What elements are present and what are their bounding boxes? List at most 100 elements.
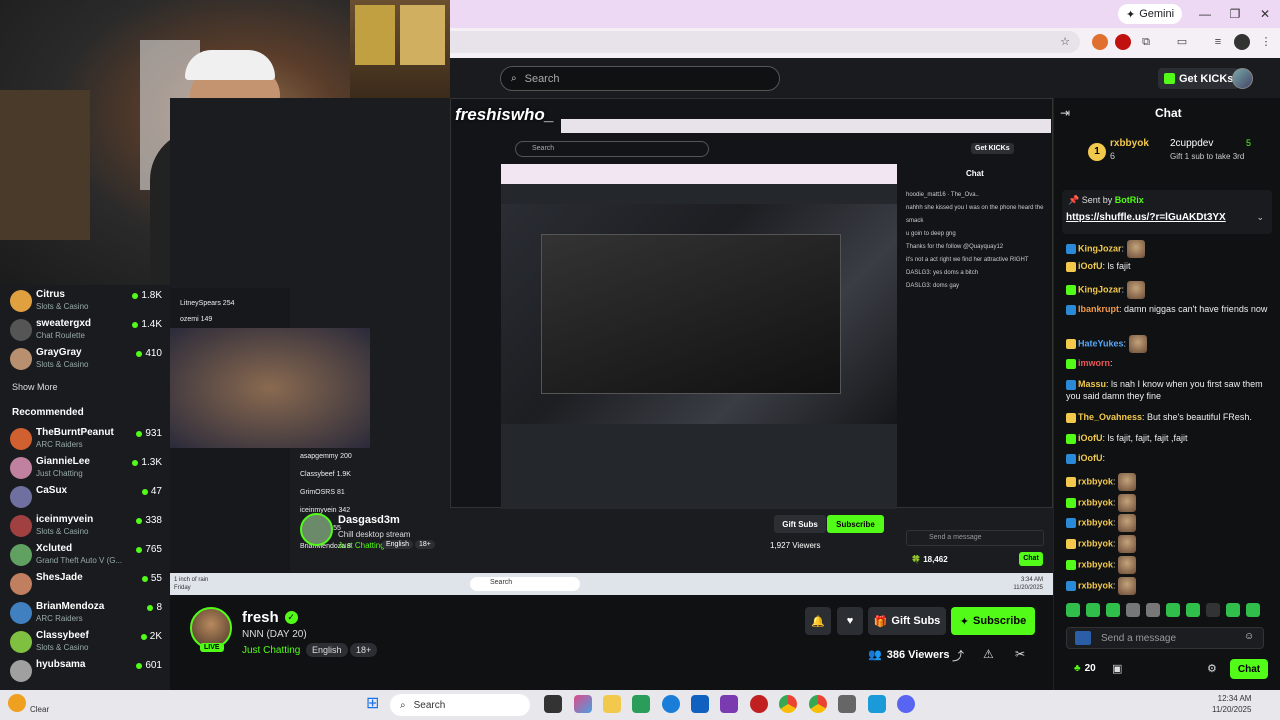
share-icon[interactable]: ⤴: [952, 647, 964, 664]
follow-heart-icon[interactable]: ♥: [837, 607, 863, 635]
nested-subscribe-button[interactable]: Subscribe: [827, 515, 884, 533]
streamer-name[interactable]: fresh ✓: [242, 609, 298, 626]
gemini-button[interactable]: ✦ Gemini: [1118, 4, 1183, 24]
chat-username[interactable]: rxbbyok: [1078, 538, 1113, 548]
task-view-icon[interactable]: [544, 695, 562, 713]
discord-icon[interactable]: [897, 695, 915, 713]
sidebar-item-recommended[interactable]: TheBurntPeanut ARC Raiders 931: [10, 426, 162, 454]
chat-username[interactable]: HateYukes: [1078, 338, 1124, 348]
bookmark-star-icon[interactable]: ☆: [1057, 34, 1073, 50]
chat-username[interactable]: KingJozar: [1078, 284, 1122, 294]
collapse-chat-icon[interactable]: ⇥: [1060, 106, 1070, 120]
chat-username[interactable]: lbankrupt: [1078, 304, 1119, 314]
taskbar-search[interactable]: ⌕ Search: [390, 694, 530, 716]
media-control-icon[interactable]: ≡: [1210, 34, 1226, 50]
sidebar-item-sweatergxd[interactable]: sweatergxd Chat Roulette 1.4K: [10, 317, 162, 345]
close-button[interactable]: ✕: [1256, 5, 1274, 23]
weather-widget[interactable]: Clear: [30, 695, 49, 715]
sidebar-item-recommended[interactable]: BrianMendoza ARC Raiders 8: [10, 600, 162, 628]
cast-icon[interactable]: ▭: [1174, 34, 1190, 50]
chat-username[interactable]: Massu: [1078, 379, 1106, 389]
chat-username[interactable]: rxbbyok: [1078, 559, 1113, 569]
tag-18plus[interactable]: 18+: [350, 643, 378, 657]
settings-app-icon[interactable]: [838, 695, 856, 713]
extensions-puzzle-icon[interactable]: ⧉: [1138, 34, 1154, 50]
chat-username[interactable]: imworn: [1078, 358, 1110, 368]
emote-icon[interactable]: [1066, 603, 1080, 617]
sidebar-item-recommended[interactable]: CaSux 47: [10, 484, 162, 512]
chat-username[interactable]: iOofU: [1078, 453, 1103, 463]
chevron-down-icon[interactable]: ⌄: [1256, 212, 1264, 223]
recording-app-icon[interactable]: [750, 695, 768, 713]
sent-by-label: Sent by: [1081, 195, 1113, 205]
report-icon[interactable]: ⚠: [983, 647, 994, 661]
app-icon[interactable]: [720, 695, 738, 713]
profile-avatar[interactable]: [1234, 34, 1250, 50]
sidebar-item-recommended[interactable]: hyubsama 601: [10, 658, 162, 686]
get-kicks-button[interactable]: Get KICKs: [1158, 68, 1240, 89]
windows-start-icon[interactable]: ⊞: [366, 695, 384, 713]
chat-send-button[interactable]: Chat: [1230, 659, 1268, 679]
chat-username[interactable]: rxbbyok: [1078, 476, 1113, 486]
address-bar[interactable]: [450, 31, 1080, 53]
chat-username[interactable]: The_Ovahness: [1078, 412, 1142, 422]
chat-input[interactable]: Send a message: [1066, 627, 1264, 649]
sidebar-item-recommended[interactable]: Xcluted Grand Theft Auto V (G... 765: [10, 542, 162, 570]
user-avatar[interactable]: [1232, 68, 1253, 89]
chat-username[interactable]: rxbbyok: [1078, 580, 1113, 590]
emote-bar[interactable]: [1066, 603, 1272, 619]
emote-icon[interactable]: [1226, 603, 1240, 617]
emote-icon[interactable]: [1206, 603, 1220, 617]
adblock-icon[interactable]: [1115, 34, 1131, 50]
channel-points[interactable]: ♣ 20: [1074, 663, 1096, 674]
emote-icon[interactable]: [1126, 603, 1140, 617]
badge-icon: [1066, 539, 1076, 549]
nested-search: Search: [515, 141, 709, 157]
emote-icon[interactable]: [1086, 603, 1100, 617]
sidebar-item-recommended[interactable]: ShesJade 55: [10, 571, 162, 599]
nested-gift-subs-button[interactable]: Gift Subs: [774, 515, 826, 533]
sidebar-item-citrus[interactable]: Citrus Slots & Casino 1.8K: [10, 288, 162, 316]
gift-subs-button[interactable]: 🎁 Gift Subs: [868, 607, 946, 635]
emote-icon[interactable]: [1106, 603, 1120, 617]
notification-bell-icon[interactable]: 🔔: [805, 607, 831, 635]
chrome-icon[interactable]: [779, 695, 797, 713]
xbox-icon[interactable]: [632, 695, 650, 713]
chat-username[interactable]: KingJozar: [1078, 243, 1122, 253]
chrome-icon[interactable]: [809, 695, 827, 713]
sidebar-item-recommended[interactable]: GiannieLee Just Chatting 1.3K: [10, 455, 162, 483]
leaderboard-icon[interactable]: ▣: [1112, 662, 1122, 675]
show-more-link[interactable]: Show More: [12, 382, 58, 392]
edge-icon[interactable]: [662, 695, 680, 713]
clip-icon[interactable]: ✂: [1015, 647, 1025, 661]
tag-english[interactable]: English: [306, 643, 348, 657]
menu-kebab-icon[interactable]: ⋮: [1258, 34, 1274, 50]
sidebar-item-recommended[interactable]: Classybeef Slots & Casino 2K: [10, 629, 162, 657]
stream-category-link[interactable]: Just Chatting: [242, 645, 300, 656]
emote-icon[interactable]: [1146, 603, 1160, 617]
emoji-picker-icon[interactable]: ☺: [1244, 631, 1254, 642]
chat-username[interactable]: iOofU: [1078, 261, 1103, 271]
sidebar-item-recommended[interactable]: iceinmyvein Slots & Casino 338: [10, 513, 162, 541]
search-input[interactable]: ⌕ Search: [500, 66, 780, 91]
emote-icon[interactable]: [1166, 603, 1180, 617]
app-icon[interactable]: [868, 695, 886, 713]
emote-icon[interactable]: [1246, 603, 1260, 617]
settings-gear-icon[interactable]: ⚙: [1207, 662, 1217, 675]
sidebar-item-graygray[interactable]: GrayGray Slots & Casino 410: [10, 346, 162, 374]
minimize-button[interactable]: —: [1196, 5, 1214, 23]
maximize-button[interactable]: ❐: [1226, 5, 1244, 23]
chat-username[interactable]: rxbbyok: [1078, 497, 1113, 507]
pinned-message[interactable]: 📌 Sent by BotRix https://shuffle.us/?r=l…: [1062, 190, 1272, 234]
chat-username[interactable]: rxbbyok: [1078, 517, 1113, 527]
avatar: [10, 602, 32, 624]
extension-icon[interactable]: [1092, 34, 1108, 50]
taskbar-clock[interactable]: 12:34 AM 11/20/2025: [1212, 693, 1251, 715]
emote-icon[interactable]: [1186, 603, 1200, 617]
pinned-link[interactable]: https://shuffle.us/?r=lGuAKDt3YX: [1066, 212, 1226, 223]
file-explorer-icon[interactable]: [603, 695, 621, 713]
subscribe-button[interactable]: ✦ Subscribe: [951, 607, 1035, 635]
copilot-icon[interactable]: [574, 695, 592, 713]
chat-username[interactable]: iOofU: [1078, 433, 1103, 443]
store-icon[interactable]: [691, 695, 709, 713]
